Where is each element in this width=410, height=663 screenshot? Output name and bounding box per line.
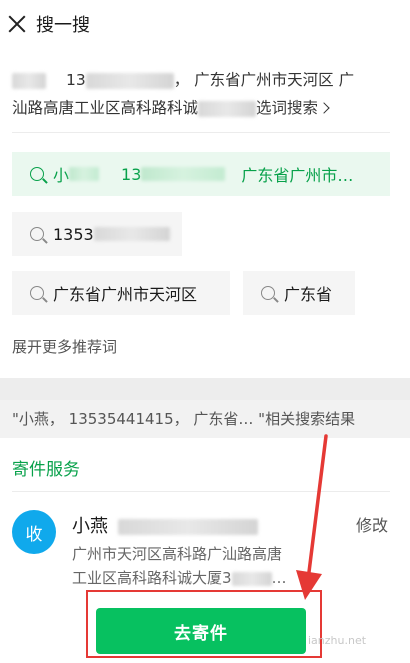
chip-label: 1353 bbox=[53, 224, 94, 244]
go-ship-button[interactable]: 去寄件 bbox=[96, 608, 306, 654]
sender-name: 小燕 bbox=[72, 512, 258, 538]
sender-name-text: 小燕 bbox=[72, 516, 108, 537]
avatar: 收 bbox=[12, 510, 56, 554]
redacted-name bbox=[12, 72, 46, 89]
redacted-address bbox=[231, 571, 272, 586]
chip-mid: 13 bbox=[121, 164, 142, 184]
close-icon[interactable] bbox=[6, 13, 28, 35]
divider bbox=[12, 132, 390, 133]
query-part1: 13 bbox=[66, 71, 86, 89]
chip-prefix: 小 bbox=[53, 166, 70, 185]
address-line1: 广州市天河区高科路广汕路高唐 bbox=[72, 545, 283, 563]
search-icon bbox=[30, 227, 44, 241]
query-line2: 汕路高唐工业区高科路科诚 bbox=[12, 99, 199, 117]
redacted-name bbox=[69, 167, 100, 181]
redacted-phone bbox=[93, 227, 170, 241]
section-title: 寄件服务 bbox=[12, 460, 80, 480]
address-line2: 工业区高科路科诚大厦3 bbox=[72, 569, 232, 587]
chip-label: 广东省广州市天河区 bbox=[53, 285, 198, 304]
address-ellipsis: … bbox=[271, 569, 287, 587]
suggestion-chip-full[interactable]: 小 13 广东省广州市… bbox=[12, 152, 390, 196]
edit-button[interactable]: 修改 bbox=[356, 512, 388, 536]
search-icon bbox=[261, 286, 275, 300]
related-search-link[interactable]: "小燕， 13535441415， 广东省… "相关搜索结果 bbox=[0, 400, 410, 438]
chip-label: 广东省广州市… bbox=[241, 166, 354, 185]
query-part2: ， 广东省广州市天河区 广 bbox=[173, 71, 355, 89]
search-icon bbox=[30, 286, 44, 300]
chip-label: 广东省 bbox=[284, 285, 333, 304]
suggestion-chip-phone[interactable]: 1353 bbox=[12, 212, 182, 256]
select-words-link[interactable]: 选词搜索 bbox=[256, 99, 330, 117]
search-icon bbox=[30, 167, 44, 181]
page-title: 搜一搜 bbox=[36, 15, 90, 36]
select-words-label: 选词搜索 bbox=[256, 99, 319, 117]
redacted-address bbox=[198, 100, 257, 117]
redacted-phone bbox=[117, 519, 258, 535]
redacted-phone bbox=[141, 167, 226, 181]
annotation-arrow bbox=[296, 434, 328, 600]
redacted-phone bbox=[85, 72, 174, 89]
watermark: ianzhu.net bbox=[308, 634, 367, 647]
chevron-right-icon bbox=[318, 101, 330, 114]
suggestion-chip-province[interactable]: 广东省 bbox=[243, 271, 355, 315]
sender-address: 广州市天河区高科路广汕路高唐 工业区高科路科诚大厦3 … bbox=[72, 542, 322, 590]
expand-more-link[interactable]: 展开更多推荐词 bbox=[12, 336, 117, 357]
suggestion-chip-district[interactable]: 广东省广州市天河区 bbox=[12, 271, 230, 315]
query-text[interactable]: 13 ， 广东省广州市天河区 广 汕路高唐工业区高科路科诚 选词搜索 bbox=[12, 66, 398, 122]
header-bar: 搜一搜 bbox=[0, 0, 410, 48]
